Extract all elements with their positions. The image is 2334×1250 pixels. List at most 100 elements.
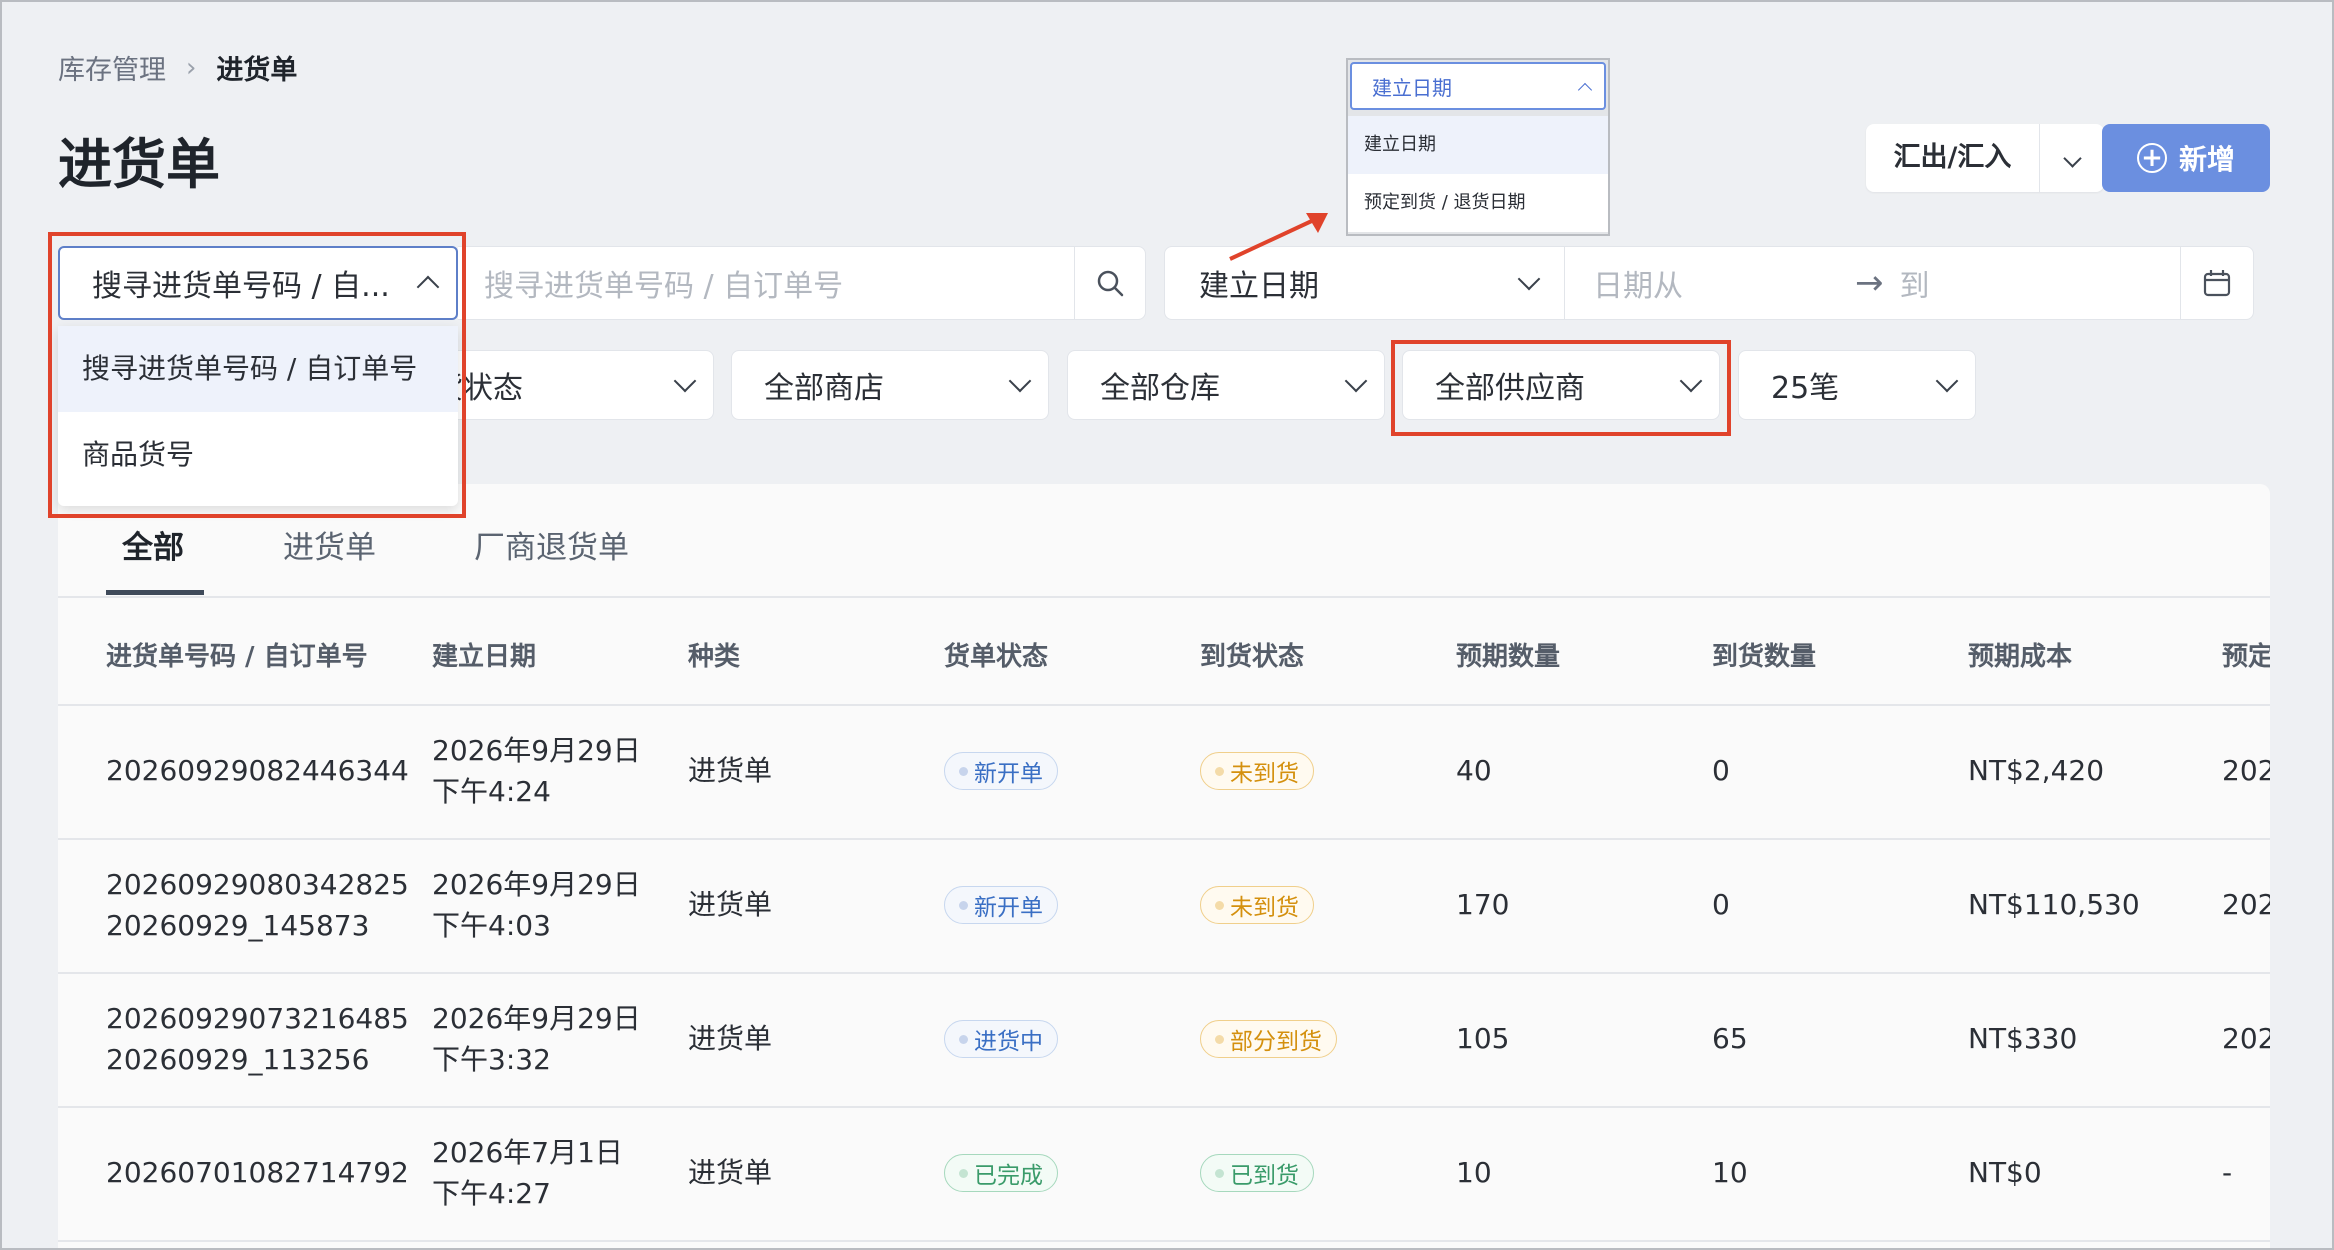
arrival-status-text: 未到货 bbox=[1230, 895, 1299, 921]
chevron-down-icon bbox=[1935, 369, 1959, 393]
tab-all[interactable]: 全部 bbox=[122, 522, 184, 567]
status-dot-icon bbox=[959, 1034, 968, 1044]
order-number[interactable]: 20260929082446344 bbox=[106, 750, 409, 791]
highlight-box-search-type bbox=[48, 232, 466, 518]
chevron-right-icon: › bbox=[186, 52, 197, 83]
orders-panel: 全部 进货单 厂商退货单 进货单号码 / 自订单号 建立日期 种类 货单状态 到… bbox=[58, 484, 2270, 1250]
arrived-quantity: 0 bbox=[1712, 754, 1730, 787]
chevron-down-icon[interactable] bbox=[2040, 146, 2104, 171]
column-header[interactable]: 进货单号码 / 自订单号 bbox=[106, 636, 368, 673]
page-size-select[interactable]: 25笔 bbox=[1738, 350, 1976, 420]
status-dot-icon bbox=[1215, 1168, 1224, 1178]
search-icon bbox=[1097, 270, 1124, 297]
chevron-down-icon bbox=[1344, 369, 1368, 393]
order-status-badge: 新开单 bbox=[944, 886, 1058, 924]
order-type: 进货单 bbox=[688, 1022, 773, 1055]
custom-order-number: 20260929_113256 bbox=[106, 1043, 370, 1076]
warehouse-value: 全部仓库 bbox=[1100, 371, 1220, 406]
highlight-box-supplier bbox=[1391, 340, 1731, 436]
expected-cost: NT$0 bbox=[1968, 1156, 2042, 1189]
expected-cost: NT$110,530 bbox=[1968, 888, 2140, 921]
export-import-label: 汇出/汇入 bbox=[1866, 124, 2040, 192]
table-row[interactable]: 20260929073216485 20260929_113256 2026年9月2… bbox=[58, 972, 2270, 1108]
status-dot-icon bbox=[1215, 766, 1224, 776]
created-date: 2026年7月1日 bbox=[432, 1136, 623, 1169]
scheduled-date: 202 bbox=[2222, 754, 2270, 787]
column-header[interactable]: 到货数量 bbox=[1712, 636, 1816, 673]
search-button[interactable] bbox=[1074, 246, 1146, 320]
arrived-quantity: 65 bbox=[1712, 1022, 1748, 1055]
table-row[interactable]: 20260929082446344 2026年9月29日 下午4:24 进货单 新开单 未… bbox=[58, 704, 2270, 840]
created-time: 下午4:24 bbox=[432, 775, 551, 808]
calendar-button[interactable] bbox=[2180, 246, 2254, 320]
date-type-menu-value: 建立日期 bbox=[1372, 75, 1452, 100]
tab-purchase-order[interactable]: 进货单 bbox=[283, 522, 376, 567]
arrival-status-badge: 未到货 bbox=[1200, 886, 1314, 924]
plus-circle-icon: + bbox=[2136, 143, 2167, 173]
add-new-label: 新增 bbox=[2178, 143, 2235, 176]
order-status-text: 进货中 bbox=[974, 1029, 1043, 1055]
custom-order-number: 20260929_145873 bbox=[106, 909, 370, 942]
tab-vendor-return[interactable]: 厂商退货单 bbox=[474, 522, 629, 567]
column-header[interactable]: 预期成本 bbox=[1968, 636, 2072, 673]
arrival-status-text: 部分到货 bbox=[1230, 1029, 1322, 1055]
order-status-text: 新开单 bbox=[974, 895, 1043, 921]
date-type-option[interactable]: 预定到货 / 退货日期 bbox=[1348, 174, 1608, 232]
date-from-placeholder[interactable]: 日期从 bbox=[1593, 261, 1855, 305]
created-date: 2026年9月29日 bbox=[432, 1002, 641, 1035]
scheduled-date: 202 bbox=[2222, 888, 2270, 921]
table-header: 进货单号码 / 自订单号 建立日期 种类 货单状态 到货状态 预期数量 到货数量… bbox=[58, 596, 2270, 706]
created-date: 2026年9月29日 bbox=[432, 734, 641, 767]
created-time: 下午4:03 bbox=[432, 909, 551, 942]
breadcrumb-parent-link[interactable]: 库存管理 bbox=[58, 48, 166, 87]
column-header[interactable]: 预期数量 bbox=[1456, 636, 1560, 673]
export-import-button[interactable]: 汇出/汇入 bbox=[1866, 124, 2104, 192]
arrival-status-badge: 未到货 bbox=[1200, 752, 1314, 790]
page-title: 进货单 bbox=[58, 133, 220, 196]
arrival-status-text: 未到货 bbox=[1230, 761, 1299, 787]
order-status-badge: 新开单 bbox=[944, 752, 1058, 790]
order-type: 进货单 bbox=[688, 754, 773, 787]
column-header[interactable]: 货单状态 bbox=[944, 636, 1048, 673]
arrival-status-text: 已到货 bbox=[1230, 1163, 1299, 1189]
order-type: 进货单 bbox=[688, 888, 773, 921]
status-dot-icon bbox=[1215, 1034, 1224, 1044]
date-type-option[interactable]: 建立日期 bbox=[1348, 116, 1608, 174]
column-header[interactable]: 预定 bbox=[2222, 636, 2270, 673]
expected-quantity: 170 bbox=[1456, 888, 1510, 921]
date-type-value: 建立日期 bbox=[1199, 269, 1319, 304]
table-row[interactable]: 20260929080342825 20260929_145873 2026年9月2… bbox=[58, 838, 2270, 974]
status-dot-icon bbox=[959, 1168, 968, 1178]
warehouse-select[interactable]: 全部仓库 bbox=[1067, 350, 1385, 420]
date-type-menu: 建立日期 建立日期 预定到货 / 退货日期 bbox=[1346, 58, 1610, 236]
store-value: 全部商店 bbox=[764, 371, 884, 406]
column-header[interactable]: 种类 bbox=[688, 636, 740, 673]
search-input[interactable]: 搜寻进货单号码 / 自订单号 bbox=[458, 246, 1076, 320]
breadcrumb-current: 进货单 bbox=[216, 55, 298, 86]
order-status-badge: 已完成 bbox=[944, 1154, 1058, 1192]
date-range-input[interactable]: 日期从 → 到 bbox=[1564, 246, 2182, 320]
add-new-button[interactable]: + 新增 bbox=[2102, 124, 2270, 192]
order-number[interactable]: 20260701082714792 bbox=[106, 1152, 409, 1193]
arrow-right-icon: → bbox=[1855, 263, 1884, 303]
scheduled-date: - bbox=[2222, 1156, 2233, 1189]
chevron-down-icon bbox=[1517, 267, 1541, 291]
table-row[interactable]: 20260701082714792 2026年7月1日 下午4:27 进货单 已完成 已到… bbox=[58, 1106, 2270, 1242]
expected-cost: NT$330 bbox=[1968, 1022, 2078, 1055]
order-status-text: 新开单 bbox=[974, 761, 1043, 787]
expected-cost: NT$2,420 bbox=[1968, 754, 2105, 787]
order-number[interactable]: 20260929073216485 bbox=[106, 998, 409, 1039]
order-number[interactable]: 20260929080342825 bbox=[106, 864, 409, 905]
status-dot-icon bbox=[959, 900, 968, 910]
date-type-menu-select[interactable]: 建立日期 bbox=[1350, 62, 1606, 110]
order-type: 进货单 bbox=[688, 1156, 773, 1189]
date-to-placeholder[interactable]: 到 bbox=[1900, 261, 1930, 305]
column-header[interactable]: 到货状态 bbox=[1200, 636, 1304, 673]
calendar-icon bbox=[2203, 270, 2231, 297]
store-select[interactable]: 全部商店 bbox=[731, 350, 1049, 420]
column-header[interactable]: 建立日期 bbox=[432, 636, 536, 673]
active-tab-indicator bbox=[106, 590, 204, 595]
created-time: 下午4:27 bbox=[432, 1177, 551, 1210]
created-time: 下午3:32 bbox=[432, 1043, 551, 1076]
breadcrumb: 库存管理 › 进货单 bbox=[58, 48, 297, 87]
